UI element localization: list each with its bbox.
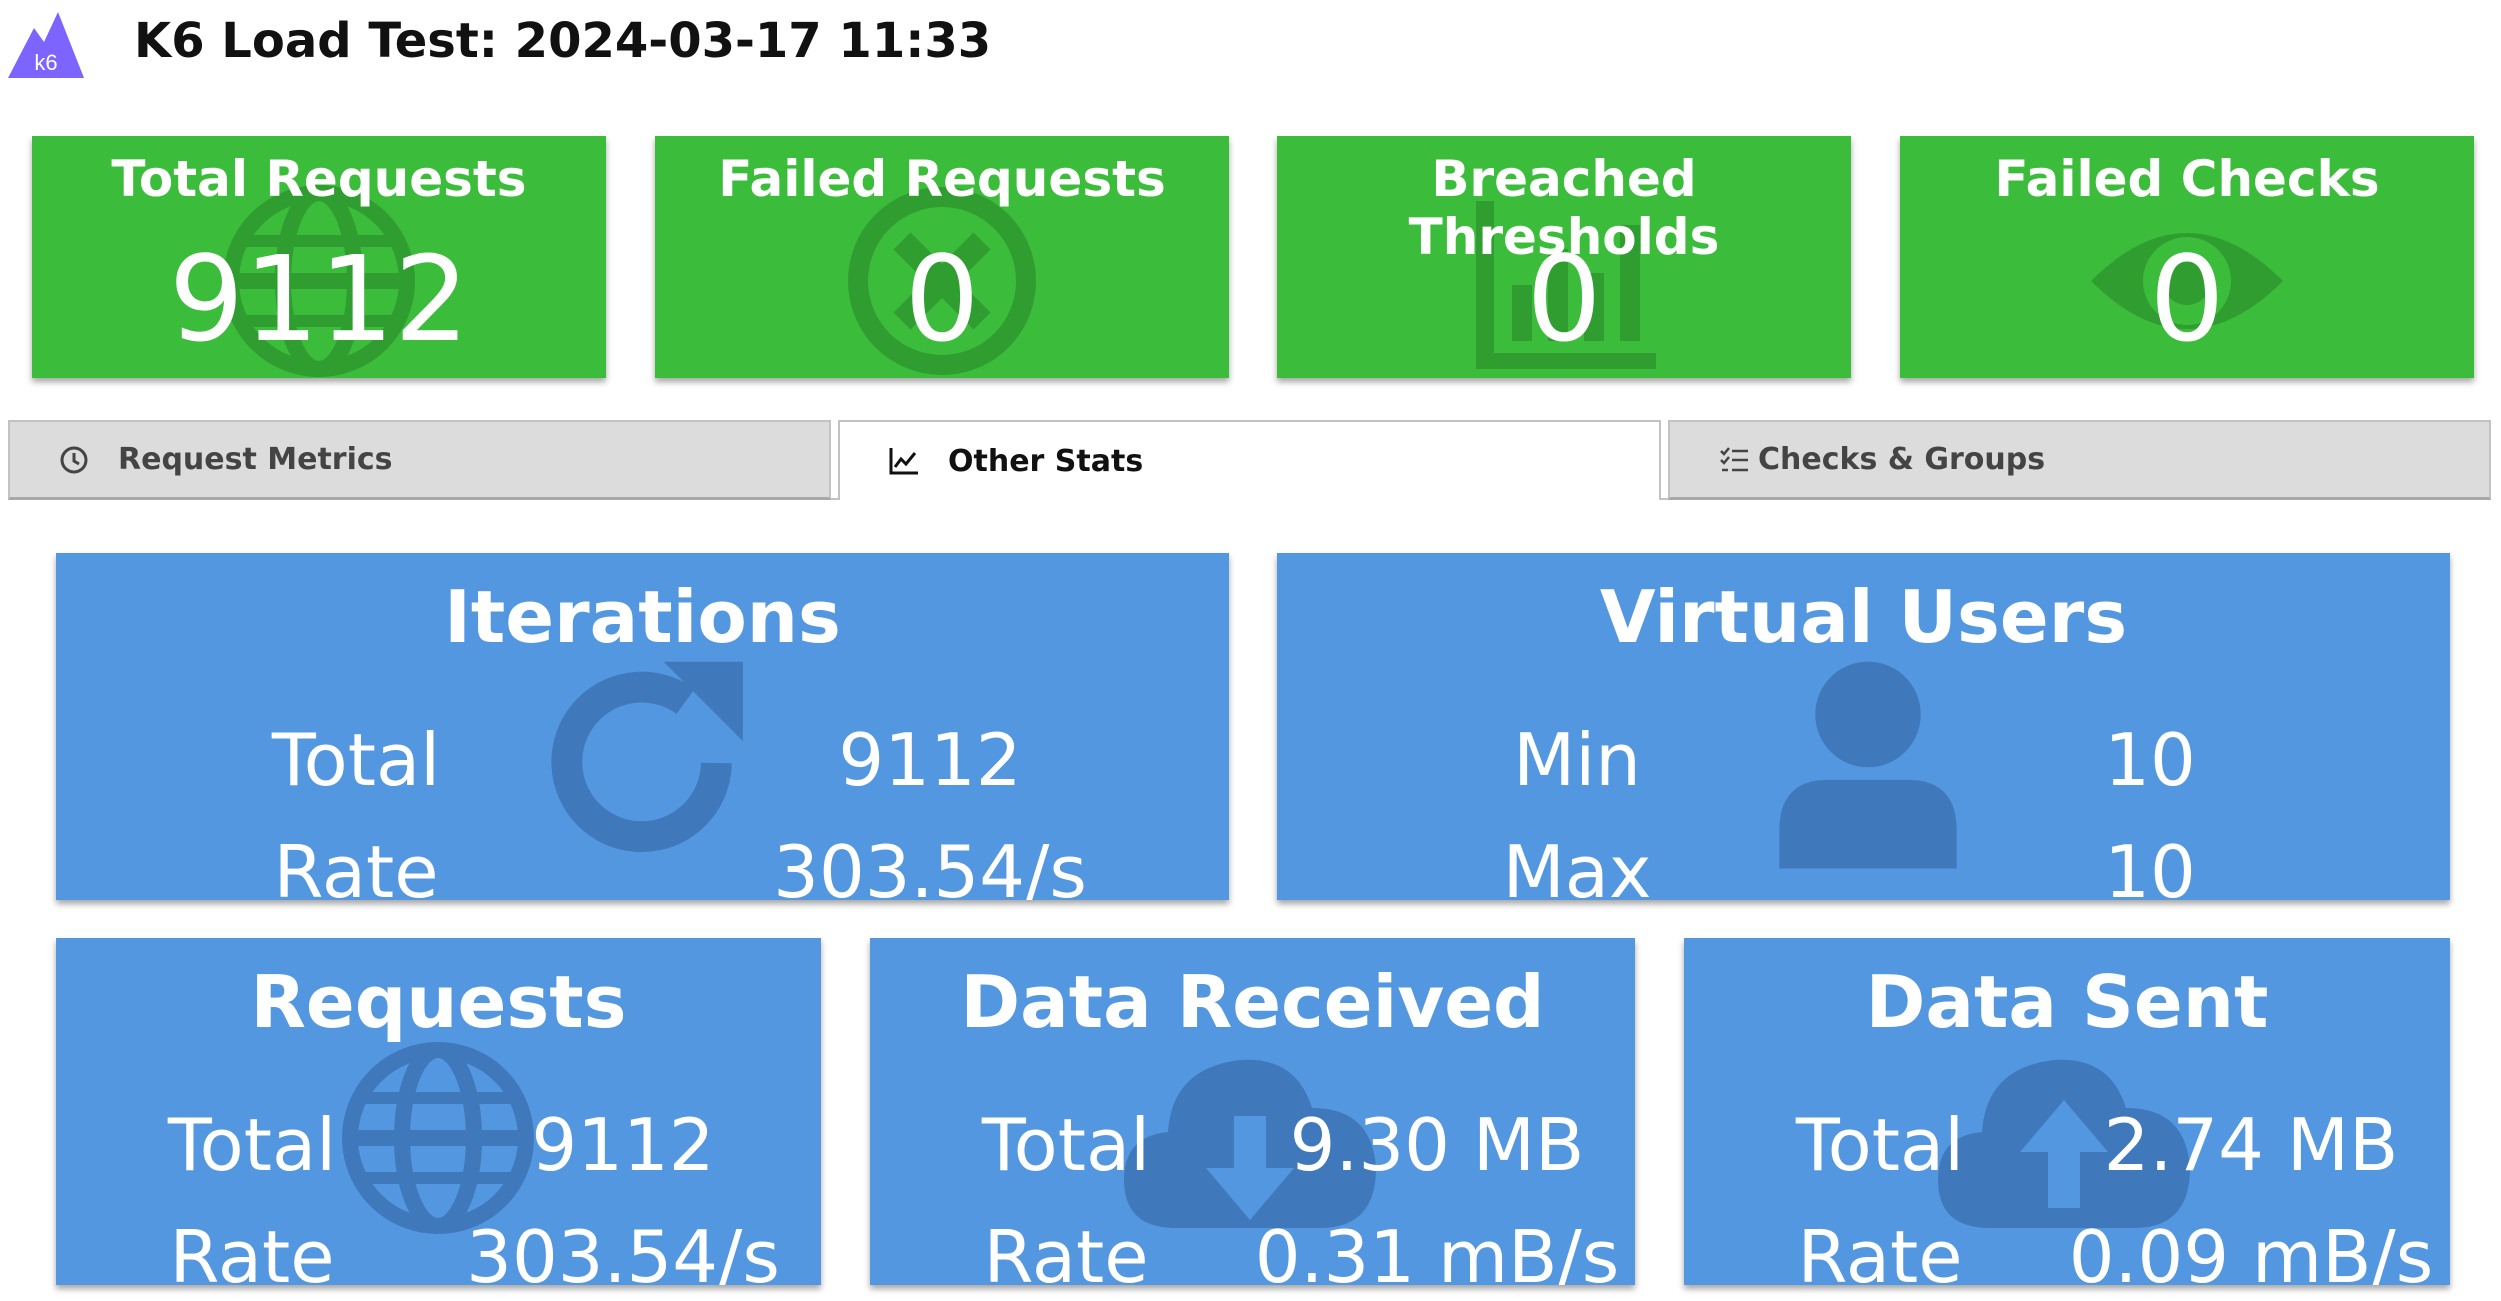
row-value: 2.74 MB (2103, 1103, 2399, 1187)
stat-card-iterations: Iterations Total 9112 Rate 303.54/s (56, 553, 1229, 900)
summary-label: Failed Requests (718, 150, 1166, 208)
row-value: 10 (2104, 830, 2196, 900)
summary-value: 0 (1526, 230, 1602, 368)
row-label: Rate (273, 830, 439, 900)
row-value: 9.30 MB (1289, 1103, 1585, 1187)
row-value: 9112 (531, 1103, 715, 1187)
row-value: 303.54/s (466, 1215, 780, 1285)
summary-label: Total Requests (111, 150, 527, 208)
clock-icon (60, 446, 88, 473)
row-label: Rate (1797, 1215, 1963, 1285)
row-label: Rate (169, 1215, 335, 1285)
summary-value: 0 (904, 230, 980, 368)
k6-logo: k6 (8, 12, 84, 78)
row-label: Total (167, 1103, 337, 1187)
card-title: Data Received (960, 960, 1545, 1044)
stat-card-data-sent: Data Sent Total 2.74 MB Rate 0.09 mB/s (1684, 938, 2450, 1285)
row-value: 0.09 mB/s (2068, 1215, 2434, 1285)
stat-card-virtual-users: Virtual Users Min 10 Max 10 (1277, 553, 2450, 900)
tab-other-stats[interactable]: Other Stats (838, 420, 1661, 500)
row-label: Total (1795, 1103, 1965, 1187)
summary-label: Failed Checks (1994, 150, 2380, 208)
line-chart-icon (889, 448, 918, 475)
row-value: 303.54/s (773, 830, 1087, 900)
card-title: Virtual Users (1599, 575, 2128, 659)
user-icon (1779, 661, 1957, 869)
stat-card-requests: Requests Total 9112 Rate 303.54/s (56, 938, 821, 1285)
summary-card-total-requests: Total Requests 9112 (32, 136, 606, 378)
row-label: Rate (983, 1215, 1149, 1285)
card-title: Iterations (444, 575, 841, 659)
row-label: Total (981, 1103, 1151, 1187)
tab-checks-groups[interactable]: Checks & Groups (1668, 420, 2491, 500)
summary-card-failed-checks: Failed Checks 0 (1900, 136, 2474, 378)
page-title: K6 Load Test: 2024-03-17 11:33 (134, 13, 992, 69)
row-label: Max (1502, 830, 1652, 900)
refresh-icon (551, 661, 743, 853)
summary-card-failed-requests: Failed Requests 0 (655, 136, 1229, 378)
tab-label: Request Metrics (118, 442, 393, 477)
row-value: 0.31 mB/s (1254, 1215, 1620, 1285)
row-label: Total (271, 718, 441, 802)
summary-value: 0 (2149, 230, 2225, 368)
checklist-icon (1720, 446, 1748, 471)
tab-label: Checks & Groups (1758, 442, 2046, 477)
tab-request-metrics[interactable]: Request Metrics (8, 420, 831, 500)
row-label: Min (1513, 718, 1641, 802)
row-value: 9112 (838, 718, 1022, 802)
globe-icon (342, 1042, 534, 1234)
summary-card-breached-thresholds: Breached Thresholds 0 (1277, 136, 1851, 378)
row-value: 10 (2104, 718, 2196, 802)
card-title: Requests (250, 960, 627, 1044)
tab-label: Other Stats (948, 443, 1144, 479)
stat-card-data-received: Data Received Total 9.30 MB Rate 0.31 mB… (870, 938, 1635, 1285)
logo-text: k6 (34, 50, 57, 75)
card-title: Data Sent (1865, 960, 2269, 1044)
summary-value: 9112 (168, 230, 470, 368)
